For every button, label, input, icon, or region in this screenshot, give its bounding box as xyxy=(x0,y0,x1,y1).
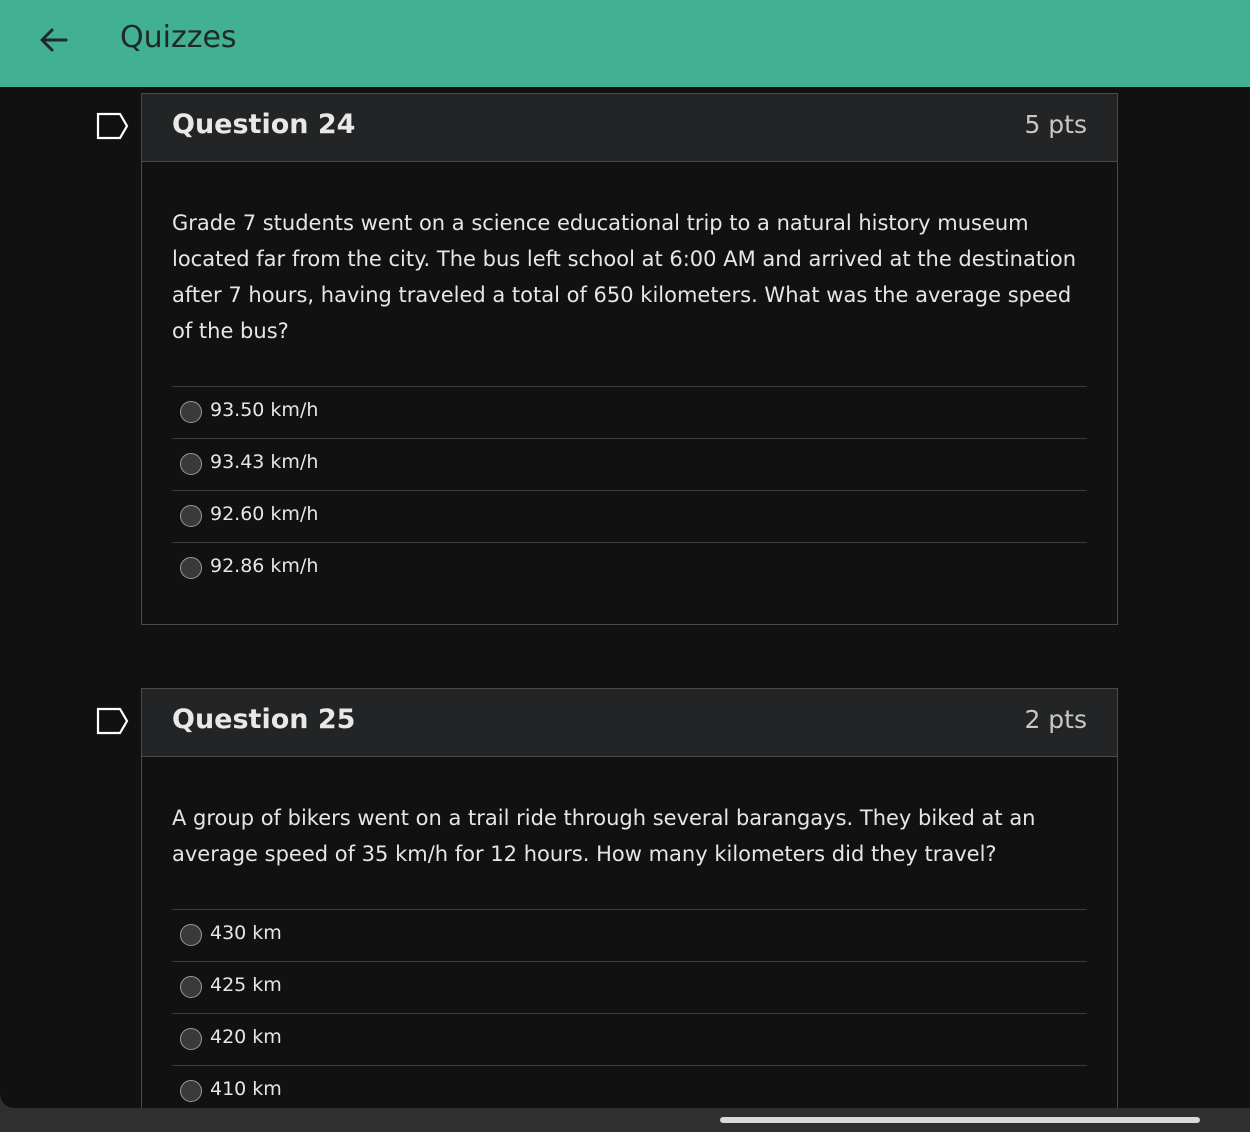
answer-option[interactable]: 425 km xyxy=(172,961,1087,1013)
answer-option[interactable]: 92.86 km/h xyxy=(172,542,1087,594)
answer-option[interactable]: 93.43 km/h xyxy=(172,438,1087,490)
home-indicator[interactable] xyxy=(720,1117,1200,1123)
answer-option[interactable]: 92.60 km/h xyxy=(172,490,1087,542)
question-header: Question 25 2 pts xyxy=(142,689,1117,757)
page-title: Quizzes xyxy=(120,20,237,55)
radio-button[interactable] xyxy=(180,401,202,423)
answer-label: 93.50 km/h xyxy=(210,399,319,421)
question-points: 5 pts xyxy=(1024,110,1087,139)
question-card-24: Question 24 5 pts Grade 7 students went … xyxy=(141,93,1118,625)
answer-label: 92.86 km/h xyxy=(210,555,319,577)
question-text: A group of bikers went on a trail ride t… xyxy=(172,806,1036,866)
radio-button[interactable] xyxy=(180,557,202,579)
radio-button[interactable] xyxy=(180,505,202,527)
flag-question-24-button[interactable] xyxy=(96,112,130,140)
question-points: 2 pts xyxy=(1024,705,1087,734)
app-bar: Quizzes xyxy=(0,0,1250,87)
radio-button[interactable] xyxy=(180,976,202,998)
quiz-screen: Quizzes Question 24 5 pts Grade 7 studen… xyxy=(0,0,1250,1108)
radio-button[interactable] xyxy=(180,1080,202,1102)
answer-label: 93.43 km/h xyxy=(210,451,319,473)
question-text: Grade 7 students went on a science educa… xyxy=(172,211,1077,343)
answer-option[interactable]: 410 km xyxy=(172,1065,1087,1108)
back-button[interactable] xyxy=(36,22,72,58)
question-header: Question 24 5 pts xyxy=(142,94,1117,162)
answer-list: 93.50 km/h 93.43 km/h 92.60 km/h 92.86 k… xyxy=(172,386,1087,594)
answer-list: 430 km 425 km 420 km 410 km xyxy=(172,909,1087,1108)
question-title: Question 24 xyxy=(172,109,356,140)
answer-label: 425 km xyxy=(210,974,282,996)
answer-label: 420 km xyxy=(210,1026,282,1048)
answer-label: 410 km xyxy=(210,1078,282,1100)
flag-question-25-button[interactable] xyxy=(96,707,130,735)
radio-button[interactable] xyxy=(180,1028,202,1050)
radio-button[interactable] xyxy=(180,924,202,946)
radio-button[interactable] xyxy=(180,453,202,475)
answer-label: 430 km xyxy=(210,922,282,944)
question-title: Question 25 xyxy=(172,704,356,735)
answer-option[interactable]: 93.50 km/h xyxy=(172,386,1087,438)
question-card-25: Question 25 2 pts A group of bikers went… xyxy=(141,688,1118,1108)
answer-option[interactable]: 430 km xyxy=(172,909,1087,961)
flag-icon xyxy=(96,707,129,735)
flag-icon xyxy=(96,112,129,140)
answer-label: 92.60 km/h xyxy=(210,503,319,525)
arrow-left-icon xyxy=(40,28,68,52)
answer-option[interactable]: 420 km xyxy=(172,1013,1087,1065)
